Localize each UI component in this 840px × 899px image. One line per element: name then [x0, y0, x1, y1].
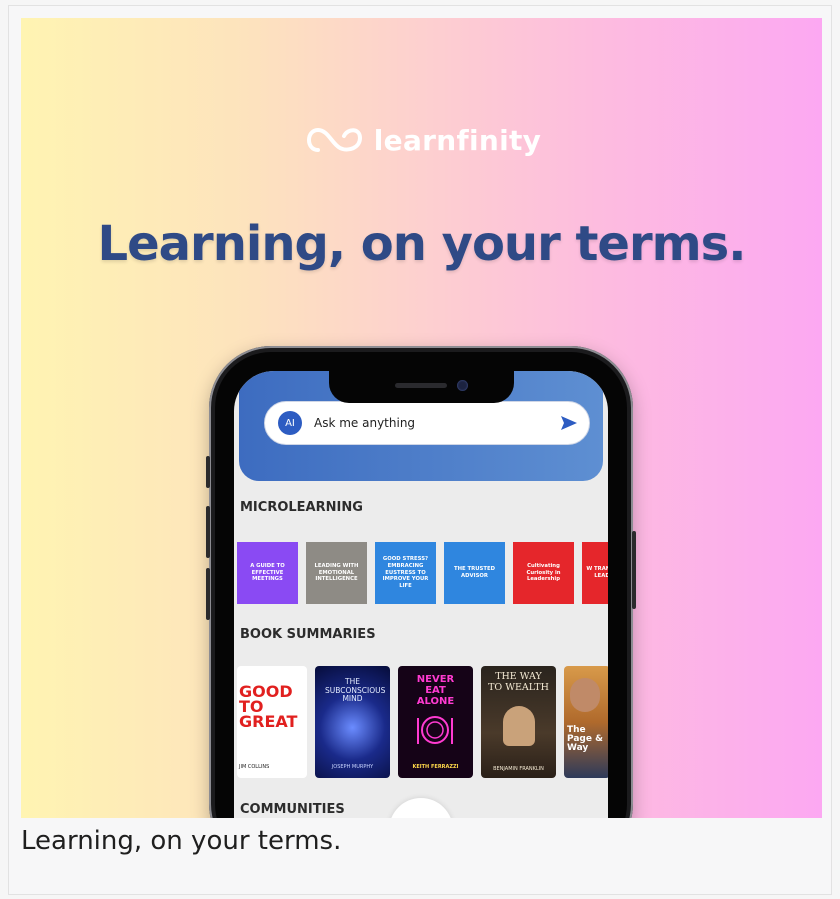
microlearning-card-title: W TRANSF LEAD — [586, 566, 608, 579]
book-cover[interactable]: THE SUBCONSCIOUS MIND JOSEPH MURPHY — [315, 666, 390, 778]
book-author: KEITH FERRAZZI — [412, 764, 459, 770]
phone-mockup: AI Ask me anything MICROLEARNING A GUIDE… — [206, 346, 636, 818]
phone-camera — [457, 380, 468, 391]
microlearning-card[interactable]: W TRANSF LEAD — [582, 542, 608, 604]
book-title: THE WAY TO WEALTH — [488, 671, 549, 693]
microlearning-card[interactable]: Cultivating Curiosity in Leadership — [513, 542, 574, 604]
ask-ai-placeholder: Ask me anything — [314, 416, 416, 430]
book-author: BENJAMIN FRANKLIN — [493, 766, 544, 772]
phone-volume-down-button — [206, 568, 210, 620]
book-title: GOOD TO GREAT — [239, 682, 298, 732]
book-author: JOSEPH MURPHY — [331, 764, 374, 770]
infinity-loop-icon — [306, 127, 362, 152]
book-cover[interactable]: GOOD TO GREAT JIM COLLINS — [237, 666, 307, 778]
book-title: The Page & Way — [567, 725, 603, 753]
floating-action-button[interactable] — [389, 798, 453, 818]
microlearning-card-title: Cultivating Curiosity in Leadership — [526, 562, 561, 583]
author-portrait — [570, 678, 600, 712]
section-title-microlearning: MICROLEARNING — [240, 500, 363, 515]
microlearning-carousel: A GUIDE TO EFFECTIVE MEETINGS LEADING WI… — [237, 542, 608, 604]
book-author: JIM COLLINS — [239, 764, 270, 770]
book-cover[interactable]: The Page & Way — [564, 666, 608, 778]
ai-avatar-badge: AI — [278, 411, 302, 435]
ask-ai-input[interactable]: AI Ask me anything — [264, 401, 590, 445]
section-title-book-summaries: BOOK SUMMARIES — [240, 627, 376, 642]
author-portrait — [503, 706, 535, 746]
brand-name: learnfinity — [373, 123, 542, 157]
send-arrow-icon[interactable] — [559, 413, 579, 433]
microlearning-card-title: A GUIDE TO EFFECTIVE MEETINGS — [250, 562, 285, 583]
phone-speaker — [395, 383, 447, 388]
book-cover[interactable]: THE WAY TO WEALTH BENJAMIN FRANKLIN — [481, 666, 556, 778]
microlearning-card-title: GOOD STRESS? EMBRACING EUSTRESS TO IMPRO… — [382, 555, 429, 590]
phone-side-button — [206, 456, 210, 488]
book-title: THE SUBCONSCIOUS MIND — [325, 677, 386, 704]
headline: Learning, on your terms. — [97, 216, 747, 272]
microlearning-card[interactable]: GOOD STRESS? EMBRACING EUSTRESS TO IMPRO… — [375, 542, 436, 604]
plate-cutlery-icon — [417, 716, 453, 744]
phone-volume-up-button — [206, 506, 210, 558]
microlearning-card-title: THE TRUSTED ADVISOR — [454, 566, 495, 579]
book-title: NEVER EAT ALONE — [416, 674, 455, 707]
microlearning-card[interactable]: THE TRUSTED ADVISOR — [444, 542, 505, 604]
microlearning-card-title: LEADING WITH EMOTIONAL INTELLIGENCE — [314, 562, 359, 583]
promo-banner: learnfinity Learning, on your terms. AI … — [21, 18, 822, 818]
brand-logo: learnfinity — [21, 122, 822, 158]
book-summaries-carousel: GOOD TO GREAT JIM COLLINS THE SUBCONSCIO… — [237, 666, 608, 778]
book-cover[interactable]: NEVER EAT ALONE KEITH FERRAZZI — [398, 666, 473, 778]
phone-notch — [329, 371, 514, 403]
microlearning-card[interactable]: LEADING WITH EMOTIONAL INTELLIGENCE — [306, 542, 367, 604]
section-title-communities: COMMUNITIES — [240, 802, 345, 817]
app-screen: AI Ask me anything MICROLEARNING A GUIDE… — [234, 371, 608, 818]
post-caption: Learning, on your terms. — [21, 826, 342, 856]
phone-power-button — [632, 531, 636, 609]
microlearning-card[interactable]: A GUIDE TO EFFECTIVE MEETINGS — [237, 542, 298, 604]
